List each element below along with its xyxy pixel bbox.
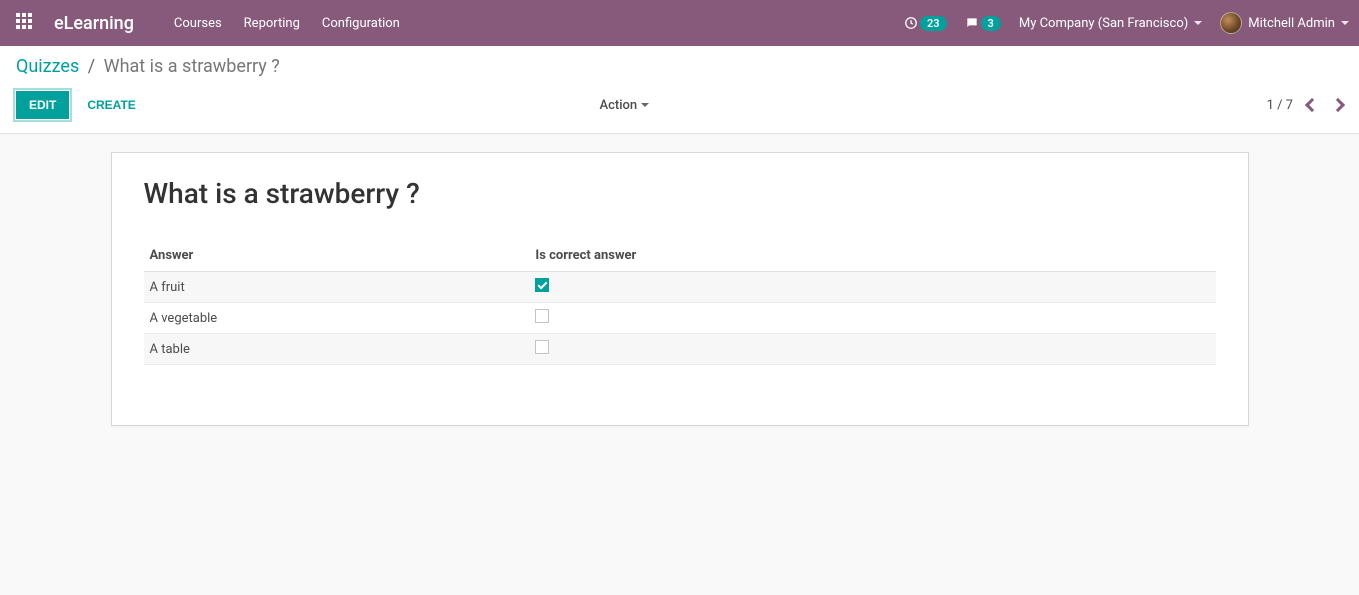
answers-table: Answer Is correct answer A fruit A veget… bbox=[144, 240, 1216, 365]
table-row[interactable]: A table bbox=[144, 334, 1216, 365]
breadcrumb-bar: Quizzes / What is a strawberry ? bbox=[0, 46, 1359, 81]
col-is-correct: Is correct answer bbox=[529, 240, 1215, 272]
col-answer: Answer bbox=[144, 240, 530, 272]
topbar-right: 23 3 My Company (San Francisco) Mitchell… bbox=[904, 12, 1349, 34]
user-menu[interactable]: Mitchell Admin bbox=[1220, 12, 1349, 34]
create-button[interactable]: Create bbox=[75, 92, 147, 118]
checkbox-unchecked-icon bbox=[535, 340, 549, 354]
action-dropdown-label: Action bbox=[600, 98, 638, 113]
clock-icon bbox=[904, 16, 918, 30]
form-sheet: What is a strawberry ? Answer Is correct… bbox=[111, 152, 1249, 426]
answer-cell: A vegetable bbox=[144, 303, 530, 334]
messages-count: 3 bbox=[981, 16, 1001, 31]
nav-configuration[interactable]: Configuration bbox=[322, 16, 400, 31]
main-nav: Courses Reporting Configuration bbox=[174, 16, 400, 31]
caret-down-icon bbox=[1341, 21, 1349, 25]
caret-down-icon bbox=[641, 103, 649, 107]
chat-icon bbox=[965, 16, 979, 30]
answer-cell: A fruit bbox=[144, 272, 530, 303]
nav-courses[interactable]: Courses bbox=[174, 16, 222, 31]
messages-indicator[interactable]: 3 bbox=[965, 16, 1001, 31]
edit-button[interactable]: Edit bbox=[16, 91, 69, 119]
apps-icon[interactable] bbox=[16, 13, 36, 33]
company-name: My Company (San Francisco) bbox=[1019, 16, 1188, 31]
table-row[interactable]: A vegetable bbox=[144, 303, 1216, 334]
breadcrumb-current: What is a strawberry ? bbox=[104, 56, 280, 77]
company-switcher[interactable]: My Company (San Francisco) bbox=[1019, 16, 1202, 31]
pager-prev-icon[interactable] bbox=[1305, 98, 1319, 112]
activity-count: 23 bbox=[920, 16, 947, 31]
correct-cell bbox=[529, 303, 1215, 334]
avatar bbox=[1220, 12, 1242, 34]
breadcrumb-sep: / bbox=[88, 56, 95, 77]
correct-cell bbox=[529, 334, 1215, 365]
action-bar: Edit Create Action 1 / 7 bbox=[0, 81, 1359, 134]
pager-arrows bbox=[1307, 100, 1343, 110]
checkbox-checked-icon bbox=[535, 278, 549, 292]
sheet-background: What is a strawberry ? Answer Is correct… bbox=[0, 134, 1359, 444]
activity-indicator[interactable]: 23 bbox=[904, 16, 947, 31]
breadcrumb-root[interactable]: Quizzes bbox=[16, 56, 79, 77]
top-navbar: eLearning Courses Reporting Configuratio… bbox=[0, 0, 1359, 46]
answer-cell: A table bbox=[144, 334, 530, 365]
caret-down-icon bbox=[1194, 21, 1202, 25]
user-name: Mitchell Admin bbox=[1248, 16, 1335, 31]
correct-cell bbox=[529, 272, 1215, 303]
brand-title[interactable]: eLearning bbox=[54, 13, 134, 34]
nav-reporting[interactable]: Reporting bbox=[244, 16, 300, 31]
pager-counter: 1 / 7 bbox=[1267, 98, 1293, 113]
page-title: What is a strawberry ? bbox=[144, 177, 1216, 210]
breadcrumb: Quizzes / What is a strawberry ? bbox=[16, 56, 1343, 77]
checkbox-unchecked-icon bbox=[535, 309, 549, 323]
pager: 1 / 7 bbox=[1267, 98, 1343, 113]
action-dropdown[interactable]: Action bbox=[600, 98, 650, 113]
table-row[interactable]: A fruit bbox=[144, 272, 1216, 303]
pager-next-icon[interactable] bbox=[1331, 98, 1345, 112]
